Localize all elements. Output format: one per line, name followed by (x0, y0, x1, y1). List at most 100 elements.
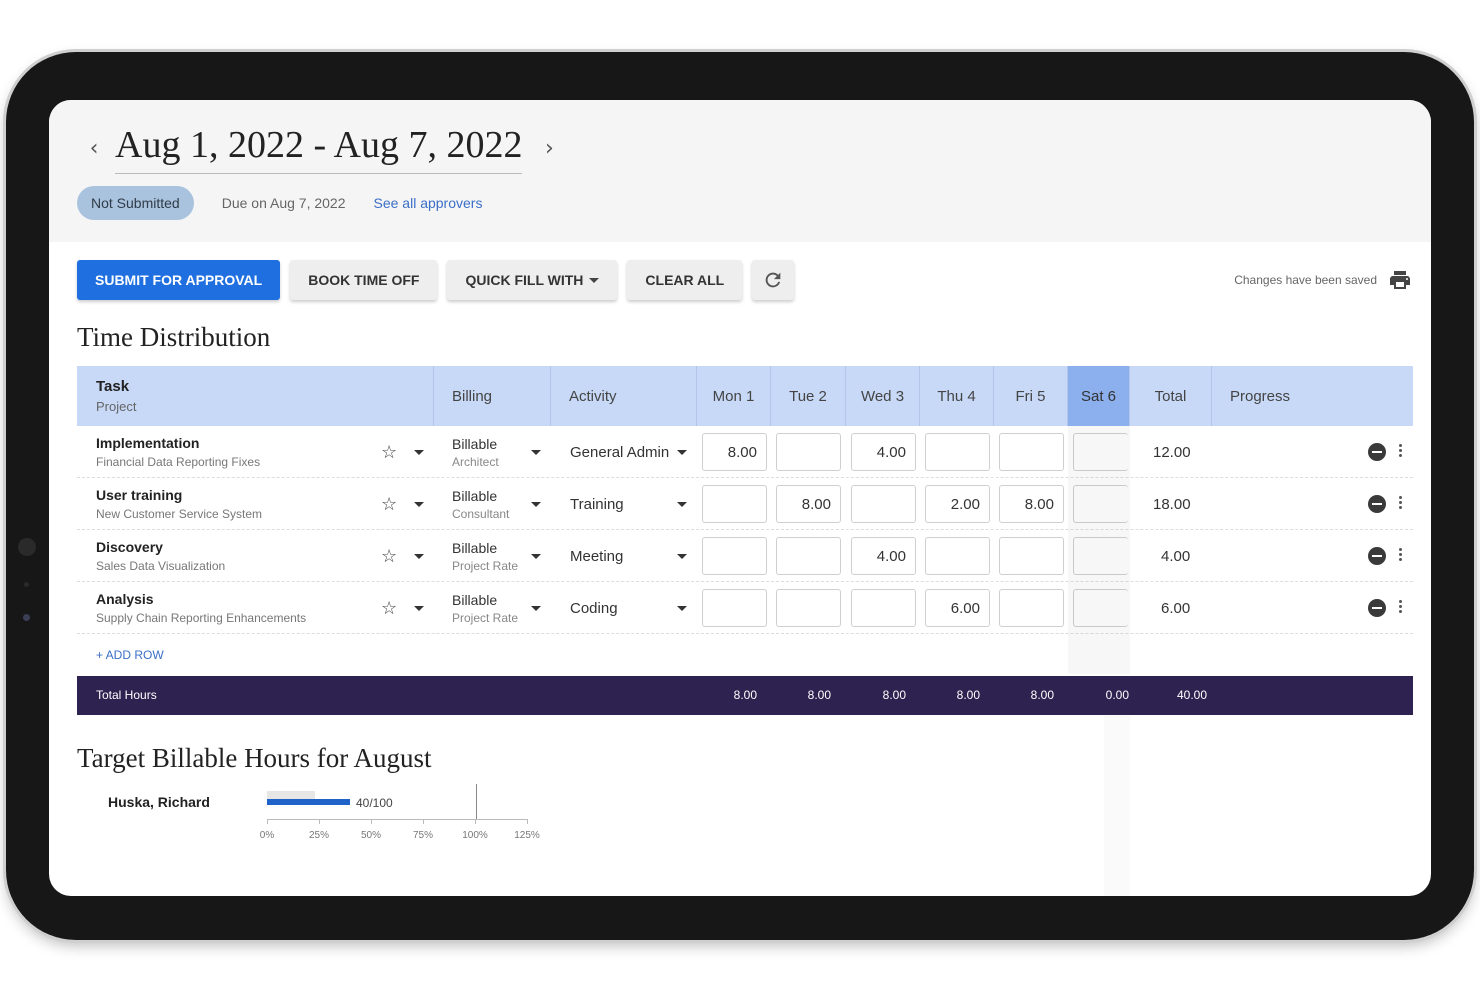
remove-row-icon[interactable] (1368, 547, 1386, 565)
activity-dropdown-caret-icon[interactable] (677, 478, 687, 530)
hours-input-wed[interactable]: 4.00 (851, 537, 916, 575)
activity-dropdown-caret-icon[interactable] (677, 530, 687, 582)
hours-input-mon[interactable]: 8.00 (702, 433, 767, 471)
hours-input-wed[interactable] (851, 589, 916, 627)
column-header-mon: Mon 1 (697, 366, 771, 426)
billing-cell[interactable]: Billable Project Rate (452, 582, 518, 634)
total-mon: 8.00 (733, 688, 757, 702)
hours-input-thu[interactable] (925, 433, 990, 471)
billing-dropdown-caret-icon[interactable] (531, 530, 541, 582)
star-icon[interactable]: ☆ (381, 478, 397, 530)
next-week-arrow-icon[interactable]: › (536, 136, 562, 161)
hours-input-tue[interactable] (776, 537, 841, 575)
task-cell: Discovery Sales Data Visualization (96, 530, 386, 582)
total-hours-label: Total Hours (96, 688, 157, 702)
status-badge: Not Submitted (77, 186, 194, 220)
table-row: User training New Customer Service Syste… (77, 478, 1413, 530)
activity-dropdown-caret-icon[interactable] (677, 426, 687, 478)
quick-fill-label: QUICK FILL WITH (465, 272, 584, 288)
task-name: User training (96, 487, 183, 503)
hours-input-mon[interactable] (702, 589, 767, 627)
more-options-icon[interactable] (1398, 495, 1402, 513)
activity-select[interactable]: General Admin (570, 426, 669, 478)
hours-input-fri[interactable] (999, 589, 1064, 627)
billing-type: Billable (452, 487, 498, 504)
axis-tick-label: 25% (308, 830, 329, 841)
column-header-progress: Progress (1230, 387, 1291, 405)
axis-tick (371, 819, 372, 824)
hours-input-thu[interactable]: 2.00 (925, 485, 990, 523)
star-icon[interactable]: ☆ (381, 426, 397, 478)
task-cell: User training New Customer Service Syste… (96, 478, 386, 530)
task-name: Implementation (96, 435, 200, 451)
total-sat: 0.00 (1105, 688, 1129, 702)
column-header-tue: Tue 2 (771, 366, 846, 426)
hours-input-fri[interactable] (999, 433, 1064, 471)
column-header-sat: Sat 6 (1068, 366, 1130, 426)
hours-input-wed[interactable]: 4.00 (851, 433, 916, 471)
hours-input-wed[interactable] (851, 485, 916, 523)
status-row: Not Submitted Due on Aug 7, 2022 See all… (77, 186, 482, 220)
billing-cell[interactable]: Billable Consultant (452, 478, 509, 530)
activity-value: Meeting (570, 547, 624, 565)
time-distribution-title: Time Distribution (77, 322, 271, 352)
date-navigator: ‹ Aug 1, 2022 - Aug 7, 2022 › (81, 122, 562, 174)
task-dropdown-caret-icon[interactable] (414, 530, 424, 582)
hours-input-fri[interactable] (999, 537, 1064, 575)
activity-dropdown-caret-icon[interactable] (677, 582, 687, 634)
billing-dropdown-caret-icon[interactable] (531, 582, 541, 634)
print-icon[interactable] (1387, 268, 1413, 292)
submit-for-approval-button[interactable]: SUBMIT FOR APPROVAL (77, 260, 281, 300)
remove-row-icon[interactable] (1368, 495, 1386, 513)
saved-status-text: Changes have been saved (1234, 273, 1377, 287)
add-row-button[interactable]: + ADD ROW (96, 648, 164, 662)
billing-type: Billable (452, 539, 498, 556)
prev-week-arrow-icon[interactable]: ‹ (81, 136, 107, 161)
task-dropdown-caret-icon[interactable] (414, 426, 424, 478)
target-billable-chart: Huska, Richard 40/100 0% 25% 50% 75% 100% 125… (99, 784, 549, 860)
star-icon[interactable]: ☆ (381, 582, 397, 634)
date-range-title[interactable]: Aug 1, 2022 - Aug 7, 2022 (115, 123, 523, 174)
quick-fill-with-button[interactable]: QUICK FILL WITH (447, 260, 618, 300)
activity-select[interactable]: Coding (570, 582, 618, 634)
billing-cell[interactable]: Billable Project Rate (452, 530, 518, 582)
activity-select[interactable]: Meeting (570, 530, 623, 582)
billing-rate: Consultant (452, 506, 510, 521)
axis-tick-label: 50% (360, 830, 381, 841)
clear-all-button[interactable]: CLEAR ALL (627, 260, 743, 300)
axis-tick (527, 819, 528, 824)
remove-row-icon[interactable] (1368, 599, 1386, 617)
hours-input-tue[interactable] (776, 589, 841, 627)
scroll-overlay (1104, 714, 1130, 896)
billing-cell[interactable]: Billable Architect (452, 426, 499, 478)
more-options-icon[interactable] (1398, 547, 1402, 565)
hours-input-thu[interactable]: 6.00 (925, 589, 990, 627)
billing-dropdown-caret-icon[interactable] (531, 426, 541, 478)
hours-input-thu[interactable] (925, 537, 990, 575)
hours-input-mon[interactable] (702, 485, 767, 523)
remove-row-icon[interactable] (1368, 443, 1386, 461)
star-icon[interactable]: ☆ (381, 530, 397, 582)
more-options-icon[interactable] (1398, 443, 1402, 461)
axis-tick-label: 100% (462, 830, 488, 841)
book-time-off-button[interactable]: BOOK TIME OFF (290, 260, 438, 300)
hours-input-mon[interactable] (702, 537, 767, 575)
column-header-task: Task Project (77, 366, 434, 426)
more-options-icon[interactable] (1398, 599, 1402, 617)
hours-input-fri[interactable]: 8.00 (999, 485, 1064, 523)
column-header-thu: Thu 4 (920, 366, 994, 426)
task-dropdown-caret-icon[interactable] (414, 582, 424, 634)
see-all-approvers-link[interactable]: See all approvers (374, 195, 483, 211)
task-dropdown-caret-icon[interactable] (414, 478, 424, 530)
hours-input-tue[interactable]: 8.00 (776, 485, 841, 523)
hours-input-tue[interactable] (776, 433, 841, 471)
total-overall: 40.00 (1176, 688, 1207, 702)
column-header-fri: Fri 5 (994, 366, 1068, 426)
billing-dropdown-caret-icon[interactable] (531, 478, 541, 530)
activity-value: Coding (570, 599, 618, 617)
refresh-button[interactable] (752, 260, 795, 300)
row-total: 6.00 (1161, 599, 1191, 617)
axis-tick-label: 125% (514, 830, 540, 841)
activity-select[interactable]: Training (570, 478, 624, 530)
row-total: 18.00 (1153, 495, 1191, 513)
